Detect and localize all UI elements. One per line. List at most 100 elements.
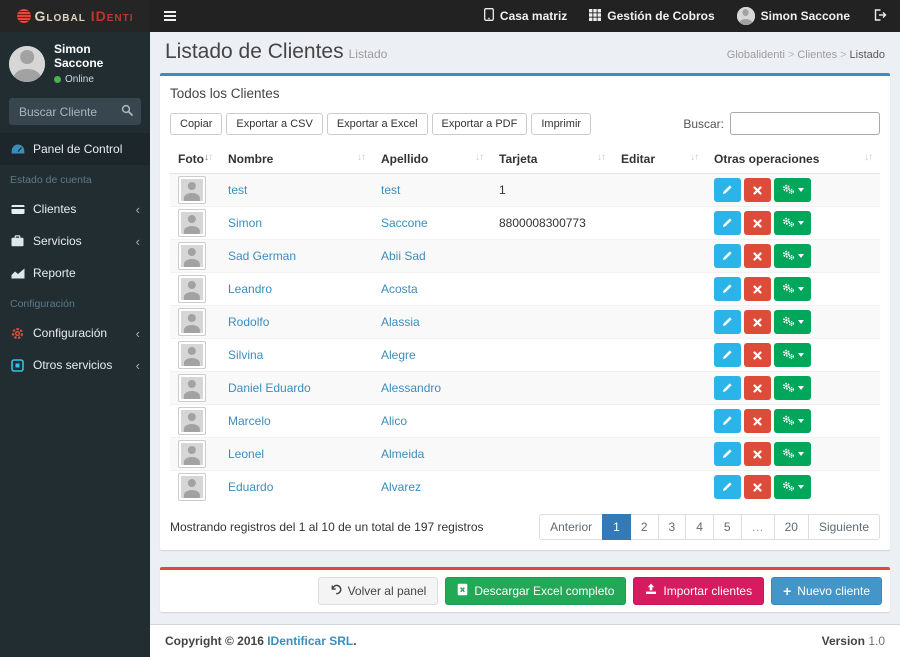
bottom-action-bar: Volver al panel Descargar Excel completo… <box>160 567 890 612</box>
pagination-prev-button[interactable]: Anterior <box>539 514 603 540</box>
breadcrumb-clientes[interactable]: Clientes <box>797 49 837 61</box>
back-to-panel-button[interactable]: Volver al panel <box>318 577 439 605</box>
edit-button[interactable] <box>714 376 741 400</box>
edit-button[interactable] <box>714 178 741 202</box>
delete-button[interactable] <box>744 442 771 466</box>
pagination-page-button[interactable]: 20 <box>774 514 809 540</box>
client-card-number <box>491 405 613 438</box>
client-name-link[interactable]: Marcelo <box>228 414 271 428</box>
sidebar-item-configuracion[interactable]: Configuración ‹ <box>0 317 150 349</box>
export-button[interactable]: Copiar <box>170 113 222 135</box>
delete-button[interactable] <box>744 475 771 499</box>
new-client-button[interactable]: + Nuevo cliente <box>771 577 882 605</box>
sidebar-item-servicios[interactable]: Servicios ‹ <box>0 225 150 257</box>
client-surname-link[interactable]: test <box>381 183 400 197</box>
column-header-apellido[interactable]: Apellido↓↑ <box>373 145 491 174</box>
column-header-tarjeta[interactable]: Tarjeta↓↑ <box>491 145 613 174</box>
delete-button[interactable] <box>744 409 771 433</box>
column-header-foto[interactable]: Foto↓↑ <box>170 145 220 174</box>
operations-dropdown-button[interactable] <box>774 277 811 301</box>
client-surname-link[interactable]: Saccone <box>381 216 428 230</box>
client-name-link[interactable]: Leandro <box>228 282 272 296</box>
operations-dropdown-button[interactable] <box>774 178 811 202</box>
export-button[interactable]: Exportar a PDF <box>432 113 528 135</box>
edit-button[interactable] <box>714 211 741 235</box>
delete-button[interactable] <box>744 211 771 235</box>
export-button[interactable]: Exportar a Excel <box>327 113 428 135</box>
client-card-number: 1 <box>491 174 613 207</box>
client-surname-link[interactable]: Alegre <box>381 348 416 362</box>
client-surname-link[interactable]: Acosta <box>381 282 418 296</box>
client-surname-link[interactable]: Alico <box>381 414 407 428</box>
operations-dropdown-button[interactable] <box>774 343 811 367</box>
column-header-nombre[interactable]: Nombre↓↑ <box>220 145 373 174</box>
client-name-link[interactable]: Rodolfo <box>228 315 269 329</box>
gear-icon <box>10 327 25 340</box>
edit-button[interactable] <box>714 310 741 334</box>
search-icon[interactable] <box>121 103 133 121</box>
sidebar-item-panel-de-control[interactable]: Panel de Control <box>0 133 150 165</box>
client-name-link[interactable]: test <box>228 183 247 197</box>
sidebar-item-clientes[interactable]: Clientes ‹ <box>0 193 150 225</box>
delete-button[interactable] <box>744 376 771 400</box>
sign-out-button[interactable] <box>861 0 900 32</box>
client-surname-link[interactable]: Abii Sad <box>381 249 426 263</box>
edit-button[interactable] <box>714 409 741 433</box>
edit-button[interactable] <box>714 343 741 367</box>
edit-button[interactable] <box>714 277 741 301</box>
import-clients-button[interactable]: Importar clientes <box>633 577 764 605</box>
operations-dropdown-button[interactable] <box>774 310 811 334</box>
table-row: Sad German Abii Sad <box>170 240 880 273</box>
operations-dropdown-button[interactable] <box>774 409 811 433</box>
download-excel-button[interactable]: Descargar Excel completo <box>445 577 626 605</box>
client-surname-link[interactable]: Alassia <box>381 315 420 329</box>
pagination-page-button[interactable]: 2 <box>630 514 659 540</box>
column-header-editar[interactable]: Editar↓↑ <box>613 145 706 174</box>
x-icon <box>753 282 762 297</box>
pagination-page-button[interactable]: 4 <box>685 514 714 540</box>
export-button[interactable]: Imprimir <box>531 113 591 135</box>
sidebar-toggle-button[interactable] <box>150 0 190 32</box>
client-name-link[interactable]: Silvina <box>228 348 263 362</box>
delete-button[interactable] <box>744 178 771 202</box>
client-name-link[interactable]: Simon <box>228 216 262 230</box>
table-search: Buscar: <box>683 112 880 135</box>
column-header-otras-operaciones[interactable]: Otras operaciones↓↑ <box>706 145 880 174</box>
pagination-page-button[interactable]: 3 <box>658 514 687 540</box>
nav-item-gestion-de-cobros[interactable]: Gestión de Cobros <box>578 0 725 32</box>
edit-button[interactable] <box>714 442 741 466</box>
sidebar-item-otros-servicios[interactable]: Otros servicios ‹ <box>0 349 150 381</box>
client-name-link[interactable]: Daniel Eduardo <box>228 381 311 395</box>
table-search-input[interactable] <box>730 112 880 135</box>
delete-button[interactable] <box>744 277 771 301</box>
delete-button[interactable] <box>744 310 771 334</box>
nav-item-casa-matriz[interactable]: Casa matriz <box>473 0 578 32</box>
breadcrumb-home[interactable]: Globalidenti <box>727 49 785 61</box>
operations-dropdown-button[interactable] <box>774 211 811 235</box>
client-surname-link[interactable]: Alessandro <box>381 381 441 395</box>
breadcrumb: Globalidenti>Clientes>Listado <box>727 40 885 61</box>
edit-button[interactable] <box>714 244 741 268</box>
operations-dropdown-button[interactable] <box>774 244 811 268</box>
operations-dropdown-button[interactable] <box>774 442 811 466</box>
client-name-link[interactable]: Sad German <box>228 249 296 263</box>
client-name-link[interactable]: Eduardo <box>228 480 273 494</box>
client-surname-link[interactable]: Almeida <box>381 447 424 461</box>
export-button[interactable]: Exportar a CSV <box>226 113 322 135</box>
delete-button[interactable] <box>744 244 771 268</box>
delete-button[interactable] <box>744 343 771 367</box>
client-surname-link[interactable]: Alvarez <box>381 480 421 494</box>
pagination-next-button[interactable]: Siguiente <box>808 514 880 540</box>
app-logo[interactable]: Global IDenti <box>0 0 150 32</box>
edit-button[interactable] <box>714 475 741 499</box>
sidebar-item-reporte[interactable]: Reporte <box>0 257 150 289</box>
client-card-number <box>491 372 613 405</box>
company-link[interactable]: IDentificar SRL <box>267 634 353 648</box>
sidebar-search-input[interactable] <box>17 104 117 120</box>
nav-user-menu[interactable]: Simon Saccone <box>726 0 861 32</box>
operations-dropdown-button[interactable] <box>774 475 811 499</box>
pagination-page-button[interactable]: 5 <box>713 514 742 540</box>
client-name-link[interactable]: Leonel <box>228 447 264 461</box>
operations-dropdown-button[interactable] <box>774 376 811 400</box>
pagination-page-button[interactable]: 1 <box>602 514 631 540</box>
